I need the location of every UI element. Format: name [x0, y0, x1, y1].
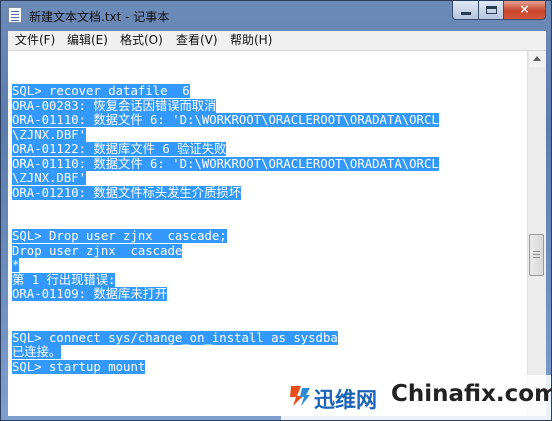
selected-text: SQL> startup mount	[12, 359, 146, 374]
selected-text: ORA-01122: 数据库文件 6 验证失败	[12, 142, 227, 156]
selected-text: ORA-01110: 数据文件 6: 'D:\WORKROOT\ORACLERO…	[12, 113, 439, 127]
text-line: ORA-01122: 数据库文件 6 验证失败	[12, 142, 522, 157]
text-line: SQL> connect sys/change_on_install as sy…	[12, 330, 522, 346]
text-line: 第 1 行出现错误:	[12, 272, 522, 288]
text-line: SQL> startup mount	[12, 359, 522, 375]
text-line: SQL> Drop user zjnx cascade;	[12, 229, 522, 244]
notepad-icon[interactable]	[8, 7, 22, 23]
text-line: SQL> recover datafile 6	[12, 84, 522, 99]
selected-text: SQL> recover datafile 6	[12, 84, 190, 98]
menu-bar: 文件(F) 编辑(E) 格式(O) 查看(V) 帮助(H)	[8, 31, 546, 51]
text-content[interactable]: SQL> recover datafile 6 ORA-00283: 恢复会话因错…	[12, 84, 522, 374]
selected-text: ORA-01109: 数据库未打开	[12, 287, 168, 301]
selected-text: SQL> Drop user zjnx cascade;	[12, 229, 227, 243]
menu-edit[interactable]: 编辑(E)	[67, 33, 108, 48]
selected-text: SQL> connect sys/change_on_install as sy…	[12, 330, 338, 345]
maximize-button[interactable]	[478, 1, 504, 20]
editor-area[interactable]: SQL> recover datafile 6 ORA-00283: 恢复会话因错…	[8, 51, 546, 416]
watermark-brand-cn: 迅维网	[314, 388, 377, 412]
text-line: ORA-00283: 恢复会话因错误而取消	[12, 98, 522, 114]
minimize-button[interactable]	[452, 1, 479, 20]
minimize-icon	[461, 12, 471, 15]
selected-text: 第 1 行出现错误:	[12, 272, 116, 287]
scroll-up-button[interactable]	[529, 51, 545, 67]
menu-view[interactable]: 查看(V)	[176, 33, 218, 48]
text-line: \ZJNX.DBF'	[12, 127, 522, 143]
selected-text: \ZJNX.DBF'	[12, 171, 87, 185]
title-bar[interactable]: 新建文本文档.txt - 记事本 ×	[1, 1, 551, 31]
text-line	[12, 215, 522, 230]
maximize-icon	[486, 6, 497, 14]
close-icon: ×	[519, 2, 530, 16]
text-line	[12, 200, 522, 215]
text-line: ORA-01110: 数据文件 6: 'D:\WORKROOT\ORACLERO…	[12, 156, 522, 172]
close-button[interactable]: ×	[503, 1, 546, 20]
selected-text: Drop user zjnx cascade	[12, 243, 183, 258]
selected-text: 已连接。	[12, 345, 62, 359]
menu-file[interactable]: 文件(F)	[15, 33, 55, 48]
selected-text: ORA-01110: 数据文件 6: 'D:\WORKROOT\ORACLERO…	[12, 156, 439, 171]
text-line: \ZJNX.DBF'	[12, 171, 522, 186]
watermark: 迅维网 Chinafix.com	[281, 375, 552, 420]
text-line	[12, 302, 522, 317]
window-title: 新建文本文档.txt - 记事本	[29, 10, 170, 24]
arrow-up-icon	[533, 56, 541, 61]
selected-text: ORA-01210: 数据文件标头发生介质损坏	[12, 185, 241, 200]
text-line: *	[12, 258, 522, 273]
notepad-window: 新建文本文档.txt - 记事本 × 文件(F) 编辑(E) 格式(O) 查看(…	[0, 0, 552, 421]
selected-text: ORA-00283: 恢复会话因错误而取消	[12, 98, 217, 113]
watermark-brand-en: Chinafix.com	[391, 381, 552, 407]
menu-format[interactable]: 格式(O)	[120, 33, 163, 48]
xunwei-logo-icon	[290, 386, 310, 406]
text-line: ORA-01110: 数据文件 6: 'D:\WORKROOT\ORACLERO…	[12, 113, 522, 128]
text-line: Drop user zjnx cascade	[12, 243, 522, 259]
vertical-scrollbar[interactable]	[527, 51, 546, 416]
menu-help[interactable]: 帮助(H)	[230, 33, 272, 48]
text-line: ORA-01210: 数据文件标头发生介质损坏	[12, 185, 522, 201]
text-line: 已连接。	[12, 345, 522, 360]
selected-text: *	[12, 258, 20, 272]
selected-text: \ZJNX.DBF'	[12, 127, 87, 142]
text-line: ORA-01109: 数据库未打开	[12, 287, 522, 302]
text-line	[12, 316, 522, 331]
scrollbar-thumb[interactable]	[529, 234, 544, 276]
